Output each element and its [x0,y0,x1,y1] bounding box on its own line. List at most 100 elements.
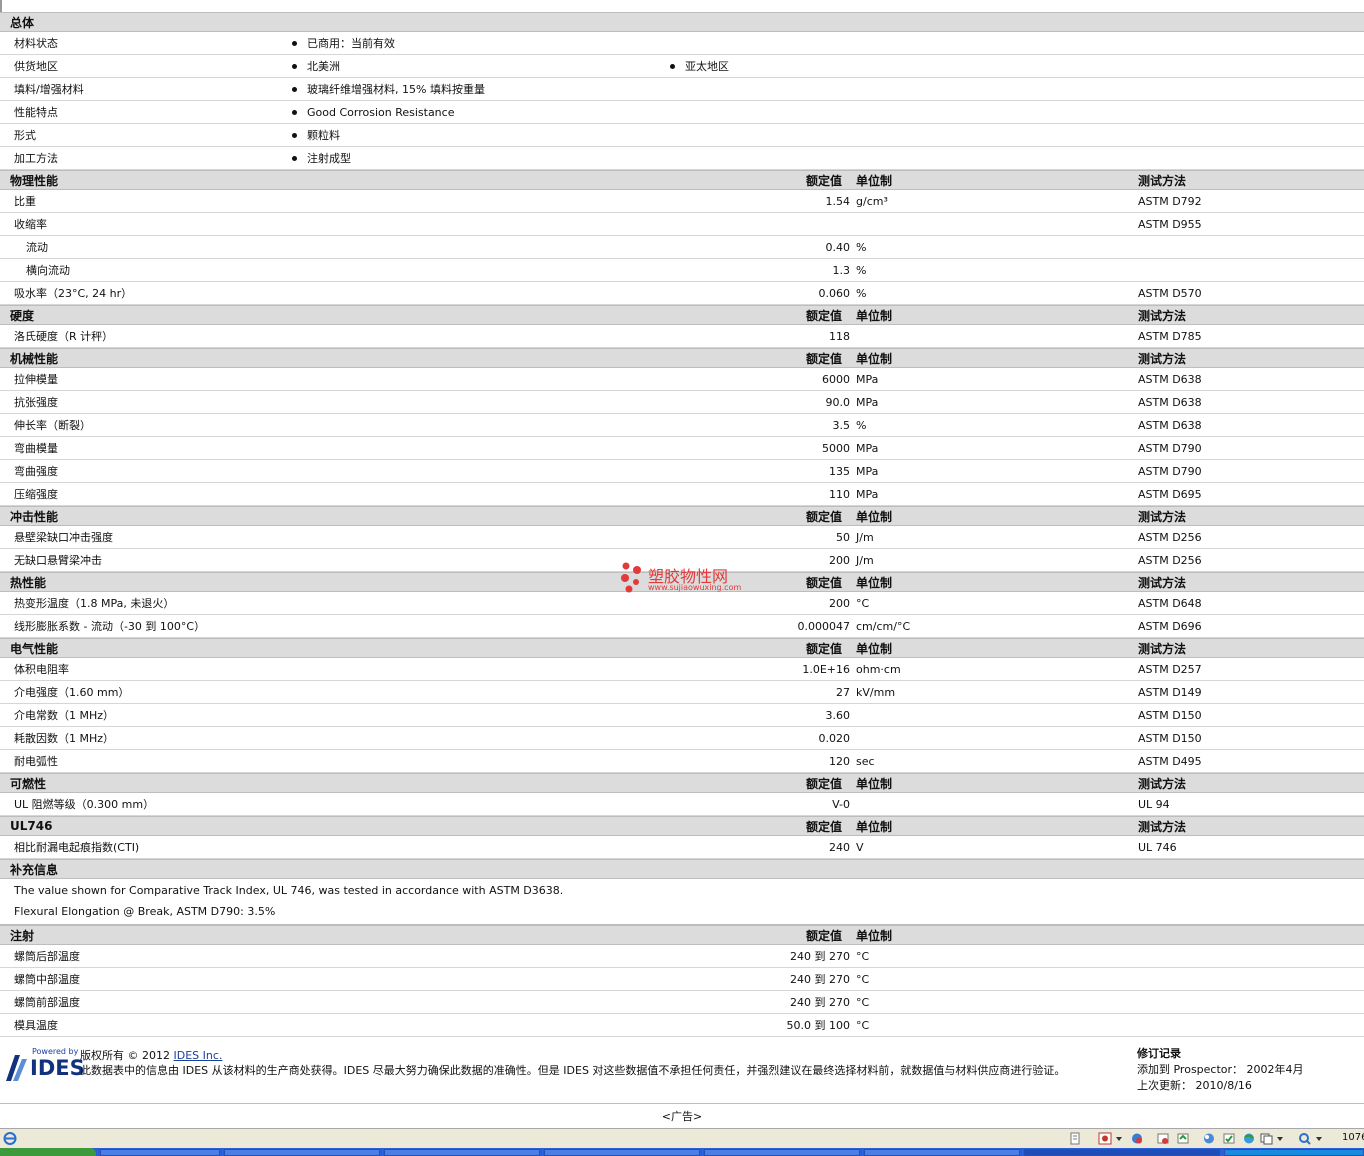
taskbar-button[interactable] [100,1149,220,1156]
section-title: 机械性能 [10,351,59,366]
property-value: 3.5 [832,418,851,432]
taskbar-button[interactable] [544,1149,700,1156]
security-icon[interactable] [1156,1132,1170,1145]
revision-history: 修订记录 添加到 Prospector： 2002年4月 上次更新： 2010/… [1137,1046,1304,1094]
property-unit: MPa [856,372,879,386]
bullet-icon [670,63,675,69]
property-value: 240 [829,840,850,854]
taskbar-button[interactable] [864,1149,1020,1156]
property-unit: V [856,840,864,854]
column-header-unit: 单位制 [856,776,893,791]
property-unit: cm/cm/°C [856,619,911,633]
check-icon[interactable] [1222,1132,1236,1145]
property-value: 118 [829,329,850,343]
property-unit: % [856,263,867,277]
property-label: 耗散因数（1 MHz） [14,732,115,745]
table-row: 吸水率（23°C, 24 hr） 0.060 % ASTM D570 [0,282,1364,305]
property-unit: % [856,286,867,300]
top-strip [0,0,1364,12]
bullet-icon [292,109,297,115]
refresh-icon[interactable] [1176,1132,1190,1145]
table-row: 洛氏硬度（R 计秤） 118 ASTM D785 [0,325,1364,348]
property-label: 无缺口悬臂梁冲击 [14,554,102,567]
ides-link[interactable]: IDES Inc. [174,1049,223,1062]
test-method: ASTM D792 [1138,194,1202,208]
section-header-mechanical: 机械性能 额定值 单位制 测试方法 [0,348,1364,368]
property-value: 5000 [822,441,850,455]
section-header-physical: 物理性能 额定值 单位制 测试方法 [0,170,1364,190]
table-row: 介电强度（1.60 mm） 27 kV/mm ASTM D149 [0,681,1364,704]
privacy-icon[interactable] [1130,1132,1144,1145]
ides-logo: Powered by IDES [6,1047,85,1081]
start-button[interactable] [0,1148,96,1156]
test-method: UL 94 [1138,797,1170,811]
page-icon[interactable] [1068,1132,1082,1145]
property-label: 横向流动 [26,264,70,277]
table-row: 拉伸模量 6000 MPa ASTM D638 [0,368,1364,391]
globe-icon[interactable] [1242,1132,1256,1145]
test-method: ASTM D648 [1138,596,1202,610]
table-row: 加工方法 注射成型 [0,147,1364,170]
section-header-hardness: 硬度 额定值 单位制 测试方法 [0,305,1364,325]
property-label: 填料/增强材料 [14,83,84,96]
property-value: 200 [829,553,850,567]
taskbar-button-active[interactable] [1024,1149,1220,1156]
property-unit: sec [856,754,875,768]
table-row: 热变形温度（1.8 MPa, 未退火） 200 °C ASTM D648 [0,592,1364,615]
table-row: 填料/增强材料 玻璃纤维增强材料, 15% 填料按重量 [0,78,1364,101]
column-header-method: 测试方法 [1138,819,1187,834]
table-row: 无缺口悬臂梁冲击 200 J/m ASTM D256 [0,549,1364,572]
column-header-value: 额定值 [806,819,843,834]
property-value: 135 [829,464,850,478]
taskbar-button[interactable] [704,1149,860,1156]
test-method: ASTM D695 [1138,487,1202,501]
section-title: 可燃性 [10,776,47,791]
added-label: 添加到 Prospector： [1137,1063,1244,1076]
property-label: 形式 [14,129,36,142]
section-title: 热性能 [10,575,47,590]
test-method: ASTM D785 [1138,329,1202,343]
addon-icon[interactable] [1202,1132,1216,1145]
test-method: ASTM D790 [1138,441,1202,455]
property-value: 50 [836,530,850,544]
table-row: UL 阻燃等级（0.300 mm） V-0 UL 94 [0,793,1364,816]
zoom-level[interactable]: 1076 [1342,1132,1364,1143]
property-value: 50.0 到 100 [786,1019,850,1032]
section-header-supplement: 补充信息 [0,859,1364,879]
property-label: 弯曲强度 [14,465,58,478]
column-header-unit: 单位制 [856,173,893,188]
property-label: 螺筒前部温度 [14,996,80,1009]
property-label: 收缩率 [14,218,47,231]
property-unit: kV/mm [856,685,896,699]
bullet-value: 已商用：当前有效 [292,32,395,54]
column-header-unit: 单位制 [856,575,893,590]
column-header-unit: 单位制 [856,641,893,656]
column-header-value: 额定值 [806,351,843,366]
column-header-method: 测试方法 [1138,575,1187,590]
property-label: 热变形温度（1.8 MPa, 未退火） [14,597,175,610]
table-row: 模具温度 50.0 到 100 °C [0,1014,1364,1037]
taskbar-button[interactable] [224,1149,380,1156]
property-unit: ohm·cm [856,662,901,676]
property-unit: J/m [856,530,874,544]
table-row: 悬壁梁缺口冲击强度 50 J/m ASTM D256 [0,526,1364,549]
ad-label: <广告> [661,1110,703,1123]
ides-logo-icon [6,1055,27,1081]
disclaimer-text: 此数据表中的信息由 IDES 从该材料的生产商处获得。IDES 尽最大努力确保此… [80,1064,1066,1077]
property-unit: °C [856,596,870,610]
taskbar-button[interactable] [384,1149,540,1156]
logo-powered-by: Powered by [32,1047,79,1056]
test-method: ASTM D790 [1138,464,1202,478]
column-header-unit: 单位制 [856,819,893,834]
property-unit: °C [856,1018,870,1032]
zoom-icon[interactable] [1298,1132,1326,1145]
property-value: 240 到 270 [790,973,850,986]
added-date: 2002年4月 [1246,1063,1304,1076]
ie-page-icon [3,1132,17,1145]
property-label: 伸长率（断裂） [14,419,91,432]
column-header-unit: 单位制 [856,308,893,323]
compat-icon[interactable] [1260,1132,1286,1145]
column-header-value: 额定值 [806,509,843,524]
bullet-value: 玻璃纤维增强材料, 15% 填料按重量 [292,78,485,100]
popup-blocker-icon[interactable] [1098,1132,1126,1145]
